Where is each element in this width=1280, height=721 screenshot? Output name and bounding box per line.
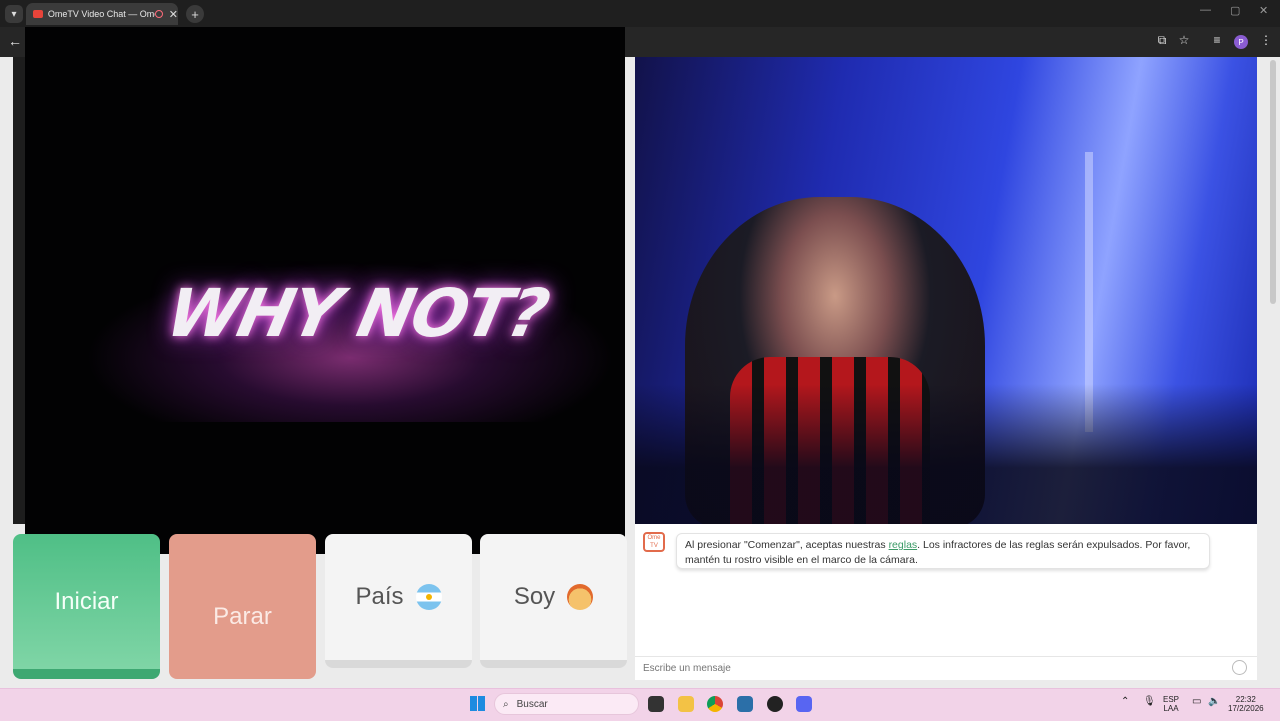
language-indicator[interactable]: ESP LAA [1163,695,1179,713]
argentina-flag-icon [415,584,442,610]
bookmark-star-icon[interactable]: ☆ [1176,33,1192,47]
country-label: País [355,583,404,610]
window-close-icon[interactable]: ✕ [1259,4,1268,17]
media-queue-icon[interactable]: ≡ [1209,33,1225,47]
notice-text-start: Al presionar "Comenzar", aceptas nuestra… [685,539,889,551]
stop-button[interactable]: Parar [169,534,316,679]
keyboard-layout: LAA [1163,704,1179,713]
youtube-favicon-icon [33,10,43,18]
task-view-icon[interactable] [648,696,664,712]
start-label: Iniciar [54,587,119,615]
back-arrow-icon[interactable]: ← [8,33,22,49]
recording-indicator-icon [154,10,163,18]
clock-date: 17/2/2026 [1228,704,1264,713]
ometv-logo-icon: Ome TV [643,532,665,552]
desk-shadow [635,384,1257,524]
clock[interactable]: 22:32 17/2/2026 [1228,695,1264,713]
file-explorer-icon[interactable] [678,696,694,712]
volume-icon[interactable]: 🔈 [1208,697,1220,707]
cast-icon[interactable]: ⧉ [1154,33,1170,48]
taskbar-search-input[interactable]: ⌕ Buscar [494,693,639,715]
windows-taskbar [0,688,1280,721]
gender-label: Soy [513,583,556,610]
minimize-icon[interactable]: — [1200,4,1211,16]
tray-overflow-icon[interactable]: ⌃ [1121,697,1129,707]
desktop-app-icon[interactable] [737,696,753,712]
microphone-icon[interactable]: 🎙 [1143,697,1156,707]
boy-emoji-icon [567,584,594,610]
tab-search-dropdown-icon[interactable]: ▾ [5,5,23,23]
local-camera-video [635,57,1257,524]
windows-start-icon[interactable] [470,696,485,711]
country-selector-button[interactable]: País [325,534,472,668]
clock-time: 22:32 [1235,695,1256,704]
page-scrollbar[interactable] [1270,60,1276,304]
restore-icon[interactable]: ▢ [1230,4,1240,17]
emoji-picker-icon[interactable] [1232,660,1247,675]
stop-label: Parar [213,602,272,630]
chrome-icon[interactable] [707,696,723,712]
new-tab-button[interactable]: + [186,5,204,23]
rules-link[interactable]: reglas [889,539,918,551]
gender-selector-button[interactable]: Soy [480,534,627,668]
browser-menu-icon[interactable]: ⋮ [1258,33,1274,47]
search-icon: ⌕ [503,698,509,710]
system-notice-bubble: Al presionar "Comenzar", aceptas nuestra… [676,533,1210,569]
message-input[interactable] [635,656,1257,680]
language-code: ESP [1163,695,1180,704]
profile-avatar[interactable]: P [1234,35,1248,49]
remote-video-overlay: WHY NOT? [25,27,625,554]
tab-close-icon[interactable]: ✕ [169,8,178,21]
start-button[interactable]: Iniciar [13,534,160,679]
tab-title: OmeTV Video Chat — Ome [47,9,155,19]
why-not-title: WHY NOT? [160,275,554,352]
obs-icon[interactable] [767,696,783,712]
discord-icon[interactable] [796,696,812,712]
tab-ometv[interactable]: OmeTV Video Chat — Ome ✕ [26,3,178,25]
video-area-border [13,57,25,524]
search-placeholder: Buscar [516,698,548,710]
network-icon[interactable]: ▭ [1192,697,1201,707]
